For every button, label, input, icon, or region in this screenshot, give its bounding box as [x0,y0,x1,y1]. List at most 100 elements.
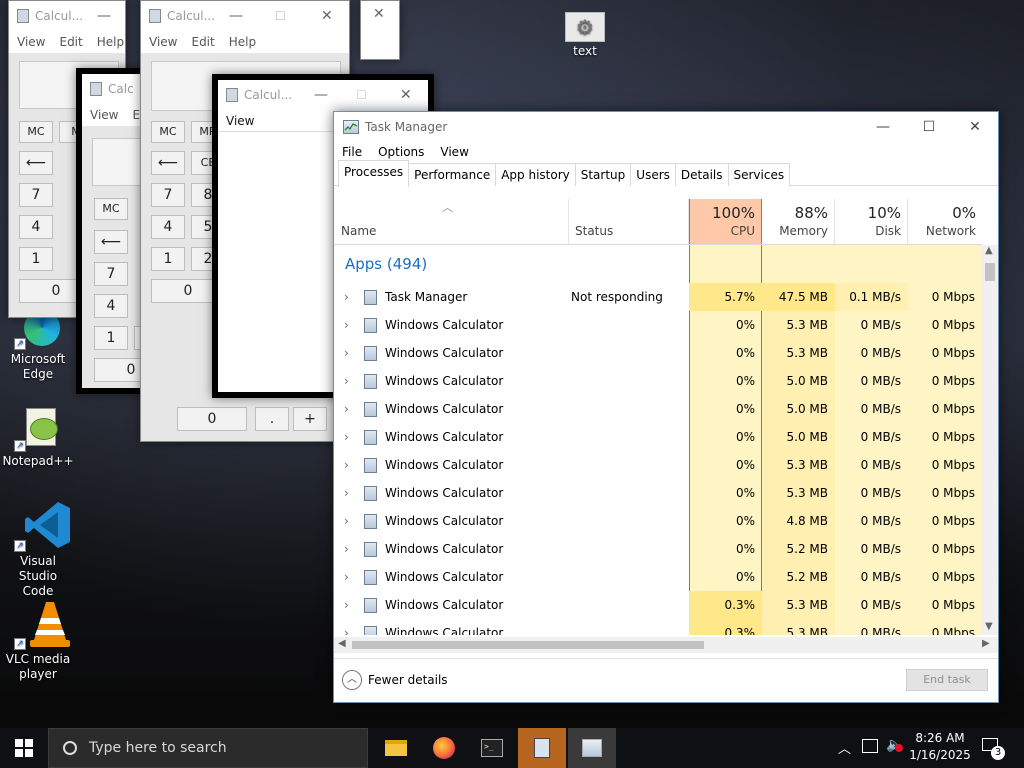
mc-button[interactable]: MC [94,198,128,220]
desktop-icon-notepadpp[interactable]: ↗ Notepad++ [2,404,74,469]
taskbar-calculator[interactable] [518,728,566,768]
digit-1-button[interactable]: 1 [19,247,53,271]
digit-7-button[interactable]: 7 [19,183,53,207]
table-row[interactable]: › Windows Calculator 0% 5.2 MB 0 MB/s 0 Mbps [334,563,982,591]
table-row[interactable]: › Windows Calculator 0% 5.0 MB 0 MB/s 0 Mbps [334,423,982,451]
taskbar-file-explorer[interactable] [372,728,420,768]
menu-options[interactable]: Options [378,145,424,159]
expand-chevron-icon[interactable]: › [344,339,349,367]
table-row[interactable]: › Windows Calculator 0% 5.3 MB 0 MB/s 0 Mbps [334,451,982,479]
table-row[interactable]: › Windows Calculator 0% 5.3 MB 0 MB/s 0 Mbps [334,339,982,367]
desktop-icon-vscode[interactable]: ↗ Visual Studio Code [2,500,74,599]
scroll-right-arrow-icon[interactable]: ▶ [982,638,990,649]
backspace-button[interactable]: ⟵ [151,151,185,175]
expand-chevron-icon[interactable]: › [344,507,349,535]
expand-chevron-icon[interactable]: › [344,395,349,423]
show-hidden-icons-chevron-icon[interactable]: ︿ [838,738,851,757]
mc-button[interactable]: MC [19,121,53,143]
scroll-down-arrow-icon[interactable]: ▼ [985,621,993,632]
digit-1-button[interactable]: 1 [151,247,185,271]
tab-app-history[interactable]: App history [495,163,576,186]
table-row[interactable]: › Task Manager Not responding 5.7% 47.5 MB 0.… [334,283,982,311]
taskbar-clock[interactable]: 8:26 AM 1/16/2025 [908,730,972,764]
menu-view[interactable]: View [149,35,177,49]
table-row[interactable]: › Windows Calculator 0% 4.8 MB 0 MB/s 0 Mbps [334,507,982,535]
expand-chevron-icon[interactable]: › [344,451,349,479]
scroll-left-arrow-icon[interactable]: ◀ [338,638,346,649]
table-row[interactable]: › Windows Calculator 0.3% 5.3 MB 0 MB/s 0 Mbp… [334,619,982,635]
start-button[interactable] [0,728,48,768]
volume-muted-icon[interactable]: 🔈 [886,737,903,753]
calculator-titlebar[interactable]: Calcul... — ☐ ✕ [141,1,349,31]
digit-4-button[interactable]: 4 [151,215,185,239]
tab-startup[interactable]: Startup [574,163,632,186]
expand-chevron-icon[interactable]: › [344,283,349,311]
tab-users[interactable]: Users [630,163,676,186]
minimize-icon[interactable]: — [229,8,243,24]
end-task-button[interactable]: End task [906,669,988,691]
digit-4-button[interactable]: 4 [19,215,53,239]
calculator-titlebar[interactable]: Calcul... — [9,1,125,31]
minimize-icon[interactable]: — [314,87,328,103]
menu-view[interactable]: View [17,35,45,49]
menu-view[interactable]: View [90,108,118,122]
expand-chevron-icon[interactable]: › [344,423,349,451]
minimize-icon[interactable]: — [97,8,111,24]
digit-7-button[interactable]: 7 [94,262,128,286]
taskbar-terminal[interactable]: >_ [468,728,516,768]
backspace-button[interactable]: ⟵ [94,230,128,254]
fewer-details-link[interactable]: Fewer details [368,673,448,687]
close-icon[interactable]: ✕ [373,6,385,22]
backspace-button[interactable]: ⟵ [19,151,53,175]
desktop-icon-text[interactable]: ⚙ text [549,12,621,59]
chevron-up-circle-icon[interactable]: ︿ [342,670,362,690]
menu-help[interactable]: Help [97,35,124,49]
table-row[interactable]: › Windows Calculator 0% 5.3 MB 0 MB/s 0 Mbps [334,479,982,507]
vertical-scrollbar[interactable]: ▲ ▼ [982,245,998,635]
table-row[interactable]: › Windows Calculator 0% 5.3 MB 0 MB/s 0 Mbps [334,311,982,339]
tab-processes[interactable]: Processes [338,160,410,187]
expand-chevron-icon[interactable]: › [344,619,349,635]
maximize-icon[interactable]: ☐ [356,88,367,102]
digit-4-button[interactable]: 4 [94,294,128,318]
expand-chevron-icon[interactable]: › [344,535,349,563]
menu-view[interactable]: View [226,114,254,128]
task-manager-window[interactable]: Task Manager — ☐ ✕ File Options View Pro… [333,111,999,703]
mc-button[interactable]: MC [151,121,185,143]
scroll-up-arrow-icon[interactable]: ▲ [985,245,993,256]
decimal-button-lower[interactable]: . [255,407,289,431]
network-icon[interactable] [862,739,878,753]
scrollbar-thumb[interactable] [985,263,995,281]
desktop-icon-vlc[interactable]: ↗ VLC media player [2,600,74,682]
menu-help[interactable]: Help [229,35,256,49]
expand-chevron-icon[interactable]: › [344,367,349,395]
maximize-icon[interactable]: ☐ [906,119,952,135]
notification-center-button[interactable]: 3 [980,736,1005,760]
table-row[interactable]: › Windows Calculator 0% 5.0 MB 0 MB/s 0 Mbps [334,395,982,423]
expand-chevron-icon[interactable]: › [344,591,349,619]
taskbar-firefox[interactable] [420,728,468,768]
tab-performance[interactable]: Performance [408,163,497,186]
close-icon[interactable]: ✕ [952,119,998,135]
column-header-name[interactable]: ︿ Name [334,199,569,245]
menu-file[interactable]: File [342,145,362,159]
expand-chevron-icon[interactable]: › [344,311,349,339]
column-header-disk[interactable]: 10% Disk [835,199,908,245]
close-icon[interactable]: ✕ [400,87,412,103]
menu-edit[interactable]: Edit [59,35,82,49]
calculator-window-4[interactable]: ✕ [360,0,400,60]
horizontal-scrollbar[interactable]: ◀ ▶ [334,637,998,653]
column-header-cpu[interactable]: 100% CPU [689,199,762,245]
column-header-network[interactable]: 0% Network [908,199,982,245]
tab-services[interactable]: Services [727,163,791,186]
table-row[interactable]: › Windows Calculator 0.3% 5.3 MB 0 MB/s 0 Mbp… [334,591,982,619]
expand-chevron-icon[interactable]: › [344,563,349,591]
column-header-memory[interactable]: 88% Memory [762,199,835,245]
calculator-titlebar[interactable]: Calcul... — ☐ ✕ [218,80,428,110]
digit-7-button[interactable]: 7 [151,183,185,207]
taskbar-search-box[interactable]: Type here to search [48,728,368,768]
horizontal-scrollbar-thumb[interactable] [352,641,704,649]
column-header-status[interactable]: Status [569,199,689,245]
task-manager-titlebar[interactable]: Task Manager — ☐ ✕ [334,112,998,142]
maximize-icon[interactable]: ☐ [275,9,286,23]
